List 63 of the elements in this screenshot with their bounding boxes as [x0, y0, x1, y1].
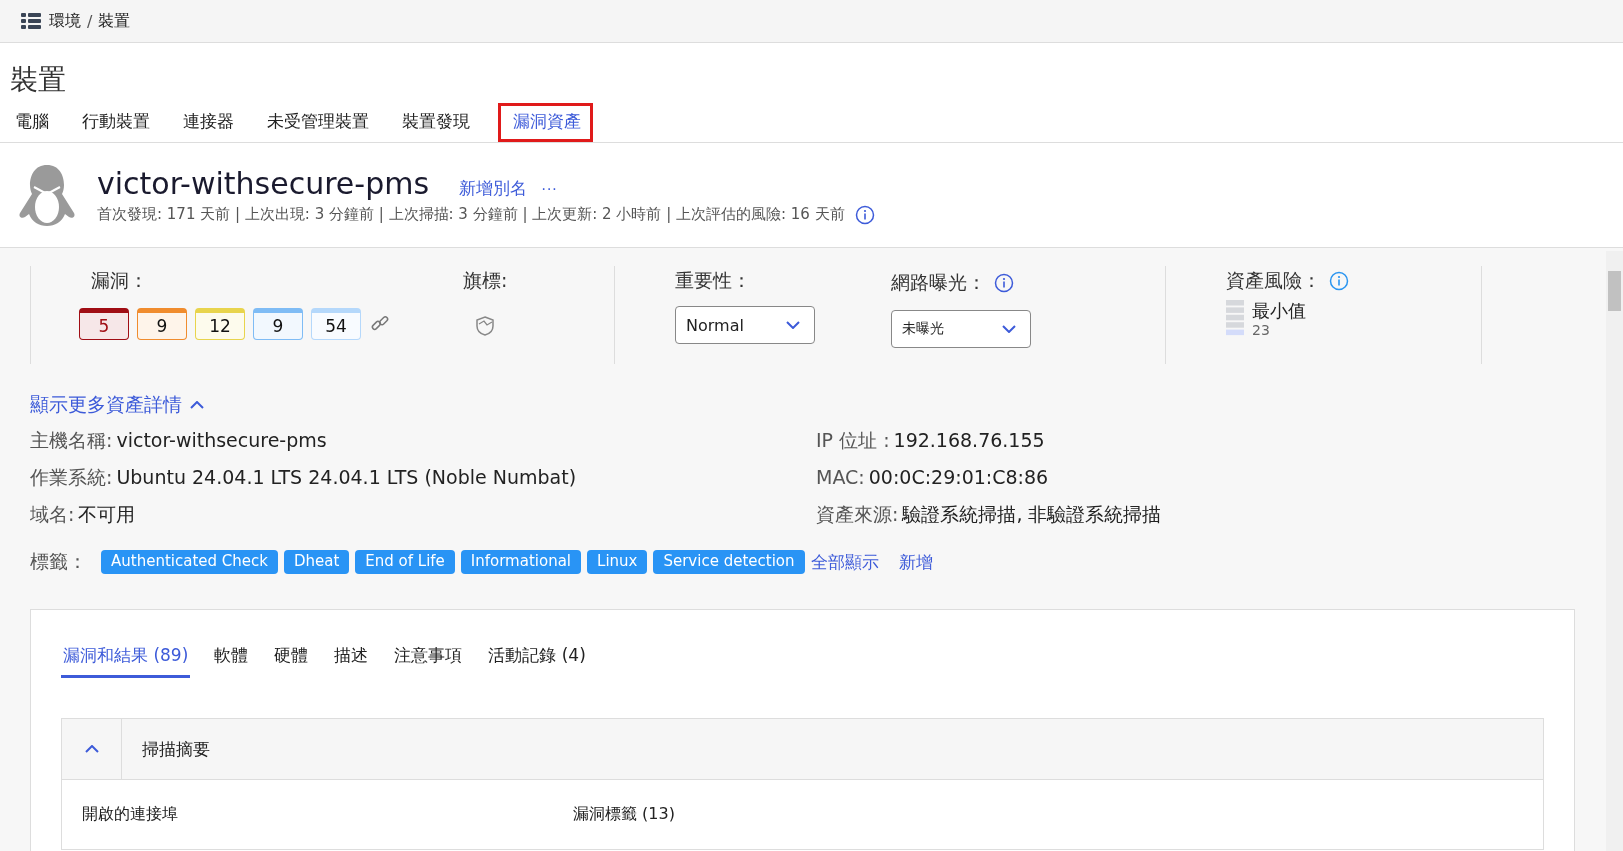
show-all-link[interactable]: 全部顯示 — [810, 550, 879, 574]
scrollbar[interactable] — [1606, 251, 1623, 851]
severity-count[interactable]: 9 — [137, 308, 187, 340]
field-label: 作業系統: — [30, 465, 113, 490]
show-more-details-link[interactable]: 顯示更多資產詳情 — [30, 392, 204, 418]
field-value: 驗證系統掃描, 非驗證系統掃描 — [902, 502, 1162, 527]
tab[interactable]: 硬體 — [272, 640, 311, 678]
severity-count[interactable]: 9 — [253, 308, 303, 340]
severity-count[interactable]: 12 — [195, 308, 245, 340]
field-value: 00:0C:29:01:C8:86 — [868, 465, 1049, 490]
field-label: 資產來源: — [816, 502, 899, 527]
flags-label: 旗標: — [463, 268, 508, 293]
chevron-up-icon — [190, 401, 204, 409]
add-alias-link[interactable]: 新增別名 — [459, 176, 528, 200]
tab[interactable]: 漏洞和結果 (89) — [61, 640, 191, 678]
field-value: Ubuntu 24.04.1 LTS 24.04.1 LTS (Noble Numbat) — [116, 465, 577, 490]
tab[interactable]: 活動記錄 (4) — [486, 640, 588, 678]
severity-count[interactable]: 54 — [311, 308, 361, 340]
penguin-icon — [17, 163, 77, 227]
info-icon[interactable] — [1329, 271, 1349, 291]
importance-label: 重要性： — [675, 268, 752, 292]
risk-score: 23 — [1252, 322, 1271, 338]
field-label: MAC: — [816, 465, 865, 490]
tab[interactable]: 電腦 — [10, 103, 61, 142]
breadcrumb-item[interactable]: 裝置 — [98, 10, 131, 32]
exposure-dropdown[interactable]: 未曝光 — [891, 310, 1031, 348]
info-icon[interactable] — [994, 273, 1014, 293]
tags-label: 標籤： — [30, 549, 87, 574]
chevron-down-icon — [786, 321, 800, 329]
column-heading: 開啟的連接埠 — [82, 804, 178, 825]
tab[interactable]: 行動裝置 — [77, 103, 162, 142]
tab[interactable]: 裝置發現 — [397, 103, 482, 142]
chevron-icon — [84, 745, 99, 753]
info-icon[interactable] — [854, 204, 875, 225]
field-label: IP 位址 : — [816, 428, 890, 453]
field-label: 域名: — [30, 502, 75, 527]
breadcrumb-separator: / — [87, 11, 93, 31]
tab[interactable]: 連接器 — [178, 103, 246, 142]
add-tag-link[interactable]: 新增 — [898, 550, 933, 574]
vulnerabilities-label: 漏洞： — [90, 268, 149, 293]
tab[interactable]: 漏洞資產 — [498, 103, 593, 142]
list-icon[interactable] — [21, 13, 41, 29]
more-button[interactable]: ··· — [541, 179, 558, 198]
network-exposure-label: 網路曝光： — [891, 270, 986, 295]
importance-dropdown[interactable]: Normal — [675, 306, 815, 344]
asset-meta: 首次發現: 171 天前 | 上次出現: 3 分鐘前 | 上次掃描: 3 分鐘前 | 上次更新: 2 小時前 | 上次評估的風險: 16 天前 — [97, 205, 845, 224]
breadcrumb-item[interactable]: 環境 — [49, 10, 81, 32]
column-heading: 漏洞標籤 (13) — [573, 804, 675, 825]
risk-level-text: 最小值 — [1252, 300, 1306, 322]
field-value: 不可用 — [78, 502, 136, 527]
field-value: 192.168.76.155 — [893, 428, 1045, 453]
field-label: 主機名稱: — [30, 428, 113, 453]
tab[interactable]: 注意事項 — [392, 640, 465, 678]
scan-summary-title: 掃描摘要 — [141, 737, 210, 761]
tab[interactable]: 軟體 — [212, 640, 251, 678]
severity-count[interactable]: 5 — [79, 308, 129, 340]
asset-name: victor-withsecure-pms — [97, 165, 430, 201]
tab[interactable]: 未受管理裝置 — [262, 103, 381, 142]
tab[interactable]: 描述 — [332, 640, 371, 678]
asset-risk-label: 資產風險： — [1226, 268, 1321, 293]
field-value: victor-withsecure-pms — [116, 428, 327, 453]
chevron-down-icon — [1002, 325, 1016, 333]
page-title: 裝置 — [10, 62, 67, 98]
